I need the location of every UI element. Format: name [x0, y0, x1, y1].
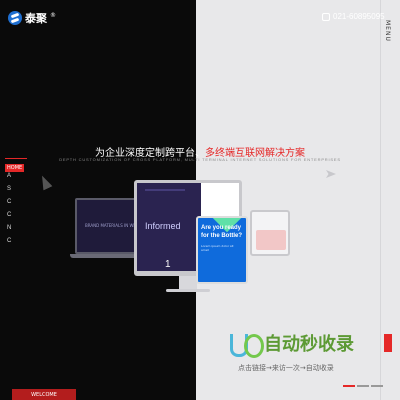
- welcome-button[interactable]: WELCOME: [12, 389, 76, 400]
- laptop-device: BRAND MATERIALS IN WEB: [75, 198, 142, 254]
- tablet-image: [256, 230, 286, 250]
- monitor-stand-foot: [166, 289, 210, 292]
- monitor-stand: [179, 276, 197, 290]
- side-accent-tab[interactable]: [384, 334, 392, 352]
- nav-letter[interactable]: N: [7, 222, 11, 235]
- slide-dot[interactable]: [371, 385, 383, 387]
- nav-letter[interactable]: C: [7, 196, 11, 209]
- laptop-screen-text: BRAND MATERIALS IN WEB: [85, 223, 139, 228]
- nav-letter[interactable]: S: [7, 183, 11, 196]
- monitor-title: Informed: [145, 221, 181, 231]
- nav-active-line: [5, 158, 27, 159]
- phone-contact[interactable]: 021-60895095: [322, 12, 385, 21]
- phone-icon: [322, 12, 330, 21]
- nav-letter[interactable]: C: [7, 235, 11, 248]
- logo-registered: ®: [50, 11, 56, 19]
- watermark: 自动秒收录: [228, 330, 354, 358]
- monitor-left-panel: Informed 1: [137, 183, 201, 271]
- logo-text: 泰聚: [25, 12, 47, 25]
- monitor-number: 1: [165, 259, 171, 270]
- watermark-logo-icon: [228, 330, 264, 358]
- watermark-title: 自动秒收录: [264, 334, 354, 355]
- side-nav-letters: A S C C N C: [7, 170, 11, 248]
- logo[interactable]: 泰聚 ®: [8, 10, 56, 26]
- phone-number: 021-60895095: [333, 12, 385, 21]
- nav-letter[interactable]: A: [7, 170, 11, 183]
- logo-mark-icon: [8, 11, 22, 25]
- slide-dot[interactable]: [357, 385, 369, 387]
- mobile-question: Are you ready for the Bottle?: [201, 225, 242, 239]
- watermark-subtitle: 点击链接→来访一次→自动收录: [238, 364, 334, 372]
- slide-dot-active[interactable]: [343, 385, 355, 387]
- mobile-small-text: Lorem ipsum dolor sit amet: [201, 244, 234, 252]
- monitor-topbar: [145, 189, 185, 191]
- mobile-device: Are you ready for the Bottle? Lorem ipsu…: [196, 216, 248, 284]
- menu-button[interactable]: MENU: [384, 20, 391, 42]
- nav-letter[interactable]: C: [7, 209, 11, 222]
- hero-subline: DEPTH CUSTOMIZATION OF CROSS PLATFORM, M…: [59, 157, 341, 162]
- slide-indicator: [343, 385, 383, 387]
- tablet-device: [250, 210, 290, 256]
